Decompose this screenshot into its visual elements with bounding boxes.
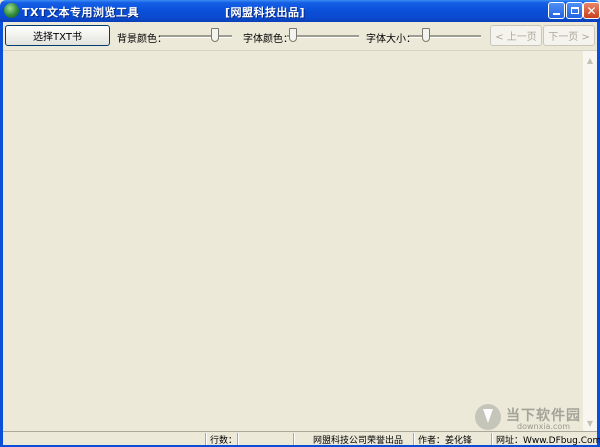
prev-page-button[interactable]: < 上一页 bbox=[490, 25, 542, 46]
window-subtitle: [网盟科技出品] bbox=[225, 6, 306, 19]
minimize-button[interactable] bbox=[548, 2, 565, 19]
minimize-icon bbox=[553, 13, 560, 15]
website-credit: 网址：Www.DFbug.Com bbox=[496, 436, 600, 446]
download-arrow-icon bbox=[475, 404, 501, 430]
author-credit: 作者：姜化锋 bbox=[418, 436, 473, 446]
vertical-scrollbar[interactable]: ▲ ▼ bbox=[583, 51, 597, 432]
watermark-sub: downxia.com bbox=[517, 422, 571, 431]
site-watermark: 当下软件园 downxia.com bbox=[475, 404, 593, 432]
slider-track bbox=[160, 35, 232, 38]
status-separator bbox=[491, 433, 493, 445]
status-separator bbox=[205, 433, 207, 445]
font-color-label: 字体颜色： bbox=[243, 34, 293, 45]
title-bar[interactable]: TXT文本专用浏览工具 [网盟科技出品] ✕ bbox=[0, 0, 600, 22]
status-separator bbox=[413, 433, 415, 445]
font-size-slider[interactable] bbox=[409, 27, 481, 45]
bg-color-slider[interactable] bbox=[160, 27, 232, 45]
choose-txt-button[interactable]: 选择TXT书 bbox=[5, 25, 110, 46]
app-icon bbox=[4, 3, 19, 18]
scroll-up-icon[interactable]: ▲ bbox=[584, 53, 596, 67]
close-icon: ✕ bbox=[586, 3, 597, 18]
maximize-icon bbox=[570, 7, 579, 14]
line-count-label: 行数： bbox=[210, 436, 238, 446]
next-page-button[interactable]: 下一页 > bbox=[543, 25, 595, 46]
slider-thumb[interactable] bbox=[211, 28, 219, 42]
slider-track bbox=[409, 35, 481, 38]
status-separator bbox=[237, 433, 239, 445]
status-bar: 行数： 网盟科技公司荣誉出品 作者：姜化锋 网址：Www.DFbug.Com bbox=[3, 431, 600, 446]
close-button[interactable]: ✕ bbox=[583, 2, 600, 19]
font-color-slider[interactable] bbox=[287, 27, 359, 45]
slider-thumb[interactable] bbox=[422, 28, 430, 42]
window-title: TXT文本专用浏览工具 bbox=[22, 6, 139, 19]
text-content-area[interactable]: ▲ ▼ bbox=[3, 50, 597, 432]
maximize-button[interactable] bbox=[566, 2, 583, 19]
status-separator bbox=[293, 433, 295, 445]
toolbar: 选择TXT书 背景颜色： 字体颜色： 字体大小： < 上一页 下一页 > bbox=[3, 22, 597, 50]
slider-thumb[interactable] bbox=[289, 28, 297, 42]
company-credit: 网盟科技公司荣誉出品 bbox=[313, 436, 404, 446]
slider-track bbox=[287, 35, 359, 38]
